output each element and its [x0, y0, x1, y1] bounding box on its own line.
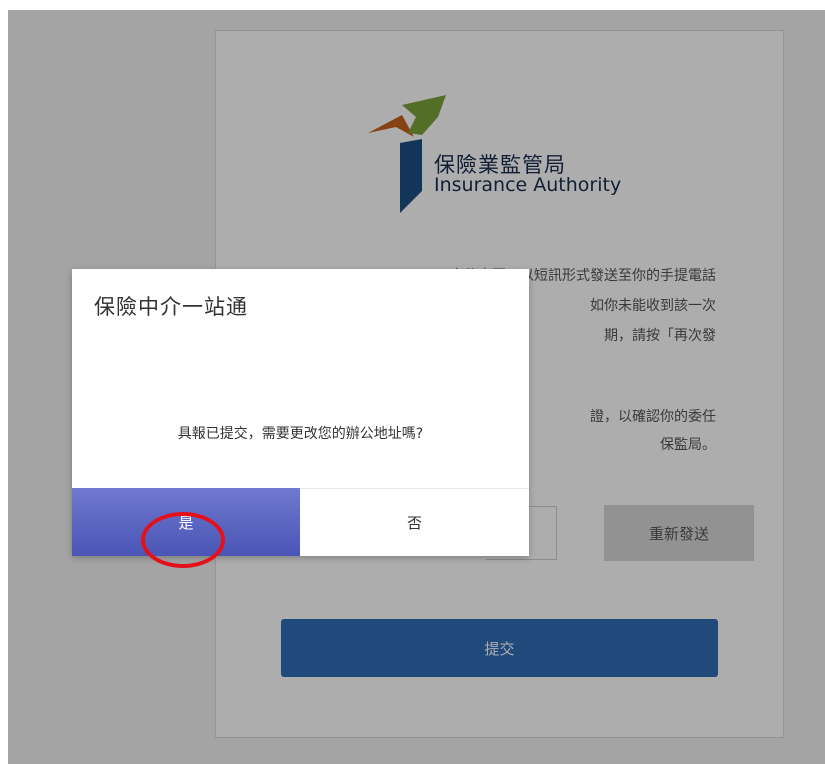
dialog-title: 保險中介一站通 — [94, 295, 248, 319]
no-button[interactable]: 否 — [300, 488, 529, 556]
yes-button[interactable]: 是 — [72, 488, 300, 556]
dialog-message: 具報已提交，需要更改您的辦公地址嗎? — [177, 426, 424, 442]
confirm-dialog: 保險中介一站通 具報已提交，需要更改您的辦公地址嗎? 是 否 — [72, 269, 529, 556]
